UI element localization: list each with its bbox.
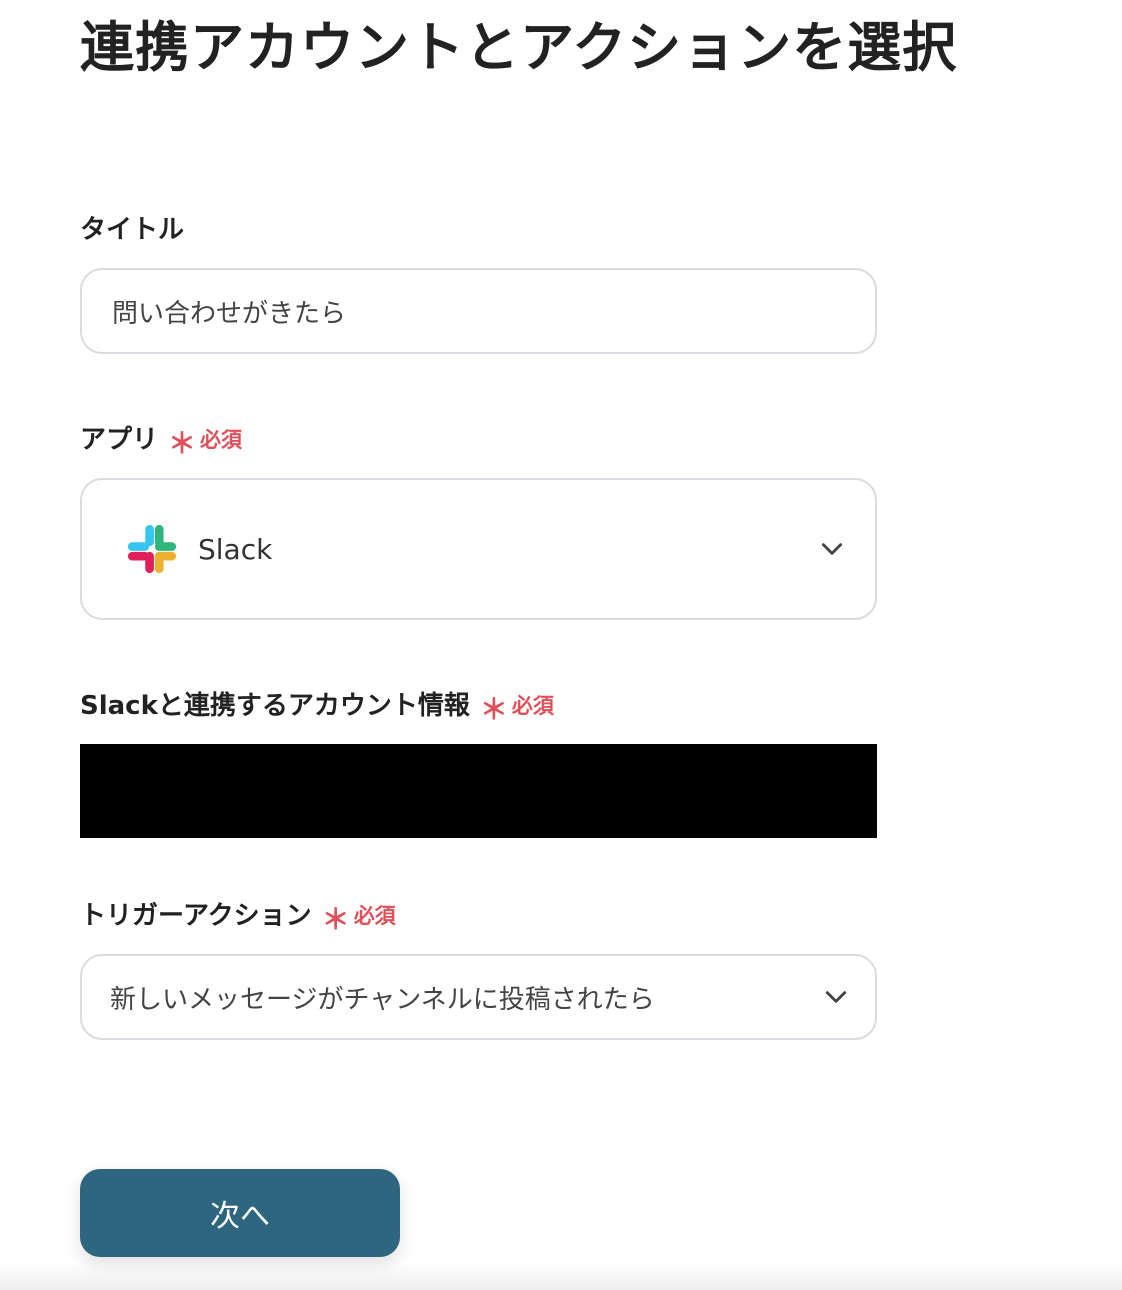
required-text: 必須 xyxy=(353,904,396,928)
selected-app-name: Slack xyxy=(198,532,273,566)
app-label-text: アプリ xyxy=(80,425,159,455)
account-label: Slackと連携するアカウント情報 ＊ 必須 xyxy=(80,688,554,726)
trigger-label-text: トリガーアクション xyxy=(80,901,312,931)
required-asterisk: ＊ xyxy=(479,693,508,726)
trigger-label: トリガーアクション ＊ 必須 xyxy=(80,898,396,936)
trigger-action-select[interactable]: 新しいメッセージがチャンネルに投稿されたら xyxy=(80,954,877,1040)
required-text: 必須 xyxy=(511,694,554,718)
account-label-text: Slackと連携するアカウント情報 xyxy=(80,691,470,721)
page-title: 連携アカウントとアクションを選択 xyxy=(80,16,958,79)
required-asterisk: ＊ xyxy=(168,427,197,460)
required-asterisk: ＊ xyxy=(321,903,350,936)
title-label: タイトル xyxy=(80,212,184,248)
trigger-action-value: 新しいメッセージがチャンネルに投稿されたら xyxy=(110,984,655,1015)
title-label-text: タイトル xyxy=(80,215,185,245)
slack-logo-icon xyxy=(127,524,177,574)
bottom-shadow xyxy=(0,1262,1122,1290)
required-indicator: ＊ 必須 xyxy=(168,422,243,460)
required-text: 必須 xyxy=(200,428,243,452)
required-indicator: ＊ 必須 xyxy=(322,898,396,936)
app-select[interactable]: Slack xyxy=(80,478,877,620)
title-input[interactable] xyxy=(110,295,847,327)
next-button[interactable]: 次へ xyxy=(80,1169,400,1257)
chevron-down-icon xyxy=(825,991,847,1003)
required-indicator: ＊ 必須 xyxy=(480,688,554,726)
account-select-redacted[interactable] xyxy=(80,744,877,838)
app-label: アプリ ＊ 必須 xyxy=(80,422,243,460)
chevron-down-icon xyxy=(821,543,843,555)
title-input-wrapper xyxy=(80,268,877,354)
page: 連携アカウントとアクションを選択 タイトル アプリ ＊ 必須 Slack xyxy=(0,0,1122,1290)
